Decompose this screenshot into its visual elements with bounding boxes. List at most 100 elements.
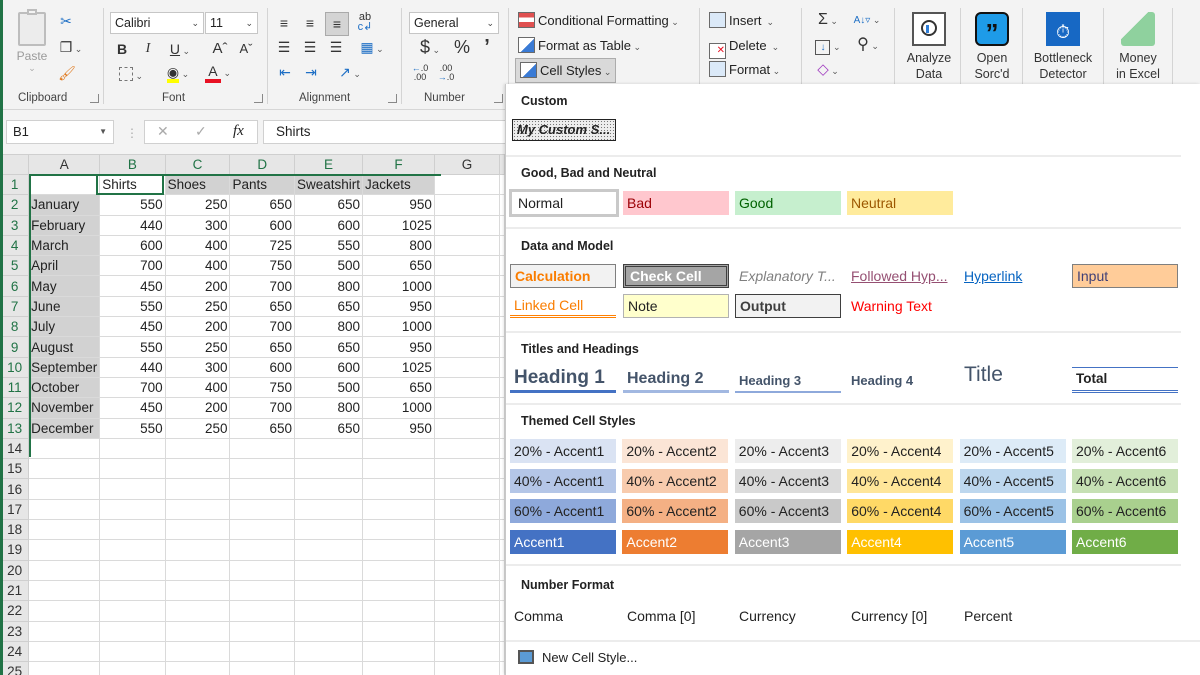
cell[interactable]: 800 — [293, 275, 364, 297]
cell[interactable] — [362, 661, 435, 675]
cell[interactable] — [99, 600, 166, 622]
cell[interactable] — [229, 600, 295, 622]
style-themed-cell[interactable]: 20% - Accent5 — [959, 439, 1066, 463]
cell[interactable]: 1025 — [362, 214, 435, 236]
cell[interactable] — [164, 519, 231, 541]
cell[interactable] — [433, 478, 501, 500]
cell[interactable]: 550 — [99, 295, 166, 318]
align-left-icon[interactable]: ☰ — [276, 38, 292, 56]
style-themed-cell[interactable]: 20% - Accent3 — [734, 439, 841, 463]
cell[interactable] — [229, 478, 295, 500]
cell[interactable] — [293, 458, 364, 480]
cell[interactable]: 700 — [229, 397, 295, 419]
cell[interactable] — [499, 173, 505, 196]
money-in-excel-button[interactable]: Money in Excel — [1110, 12, 1166, 82]
style-themed-cell[interactable]: 40% - Accent3 — [734, 469, 841, 493]
insert-function-icon[interactable]: fx — [233, 123, 244, 140]
cell[interactable] — [293, 620, 364, 642]
cell[interactable] — [293, 559, 364, 581]
cell[interactable] — [99, 458, 166, 480]
row-header[interactable]: 11 — [0, 376, 30, 399]
find-select-button[interactable]: ⚲ ⌄ — [851, 36, 885, 55]
cell[interactable] — [28, 173, 101, 196]
row-header[interactable]: 20 — [0, 559, 30, 581]
cell[interactable] — [433, 458, 501, 480]
cell[interactable]: 650 — [229, 336, 295, 358]
cell[interactable]: September — [28, 356, 101, 378]
cell[interactable] — [499, 519, 505, 541]
style-normal[interactable]: Normal — [509, 189, 619, 217]
cut-icon[interactable]: ✂ — [58, 12, 74, 30]
row-header[interactable]: 10 — [0, 356, 30, 378]
cell[interactable] — [433, 640, 501, 663]
orientation-icon[interactable]: ↗ ⌄ — [333, 63, 367, 83]
style-my-custom[interactable]: My Custom S... — [512, 119, 616, 141]
style-neutral[interactable]: Neutral — [847, 191, 953, 215]
cell[interactable] — [433, 173, 501, 196]
cell[interactable] — [99, 519, 166, 541]
cell[interactable] — [362, 519, 435, 541]
cell[interactable]: 500 — [293, 376, 364, 399]
cell[interactable]: 650 — [293, 295, 364, 318]
cell[interactable] — [229, 437, 295, 460]
cell[interactable] — [499, 640, 505, 663]
cell[interactable] — [362, 640, 435, 663]
style-themed-cell[interactable]: 60% - Accent3 — [734, 499, 841, 523]
row-header[interactable]: 1 — [0, 173, 30, 196]
cell[interactable] — [164, 539, 231, 561]
cell[interactable] — [99, 498, 166, 521]
cell[interactable] — [362, 600, 435, 622]
style-followed-hyperlink[interactable]: Followed Hyp... — [847, 264, 953, 288]
cell[interactable]: 725 — [229, 234, 295, 257]
cell[interactable]: 200 — [164, 275, 231, 297]
style-bad[interactable]: Bad — [623, 191, 729, 215]
column-header-d[interactable]: D — [229, 154, 295, 175]
fill-color-button[interactable]: ◉ ⌄ — [160, 63, 196, 83]
cell[interactable] — [28, 559, 101, 581]
cell[interactable]: December — [28, 417, 101, 439]
cell[interactable]: 650 — [293, 417, 364, 439]
cell[interactable]: 400 — [164, 234, 231, 257]
cell[interactable]: 800 — [293, 316, 364, 338]
cell[interactable] — [362, 539, 435, 561]
italic-button[interactable]: I — [141, 40, 155, 58]
cell[interactable]: March — [28, 234, 101, 257]
cell[interactable]: 1000 — [362, 397, 435, 419]
cell[interactable] — [164, 458, 231, 480]
number-format-select[interactable]: General ⌄ — [409, 12, 499, 34]
increase-decimal-icon[interactable]: ←.0.00 — [410, 64, 430, 82]
cell[interactable] — [28, 640, 101, 663]
cell[interactable] — [499, 295, 505, 318]
style-heading-2[interactable]: Heading 2 — [623, 367, 729, 393]
cell[interactable]: Shirts — [99, 173, 166, 196]
cell[interactable] — [433, 437, 501, 460]
cell[interactable] — [229, 458, 295, 480]
open-sorcd-button[interactable]: ” Open Sorc'd — [966, 12, 1018, 82]
cell[interactable]: 600 — [229, 356, 295, 378]
row-header[interactable]: 8 — [0, 316, 30, 338]
cell[interactable] — [28, 539, 101, 561]
cell[interactable] — [499, 539, 505, 561]
style-currency-0[interactable]: Currency [0] — [847, 604, 953, 628]
cell[interactable] — [229, 640, 295, 663]
align-bottom-icon[interactable]: ≡ — [325, 12, 349, 36]
bold-button[interactable]: B — [115, 40, 129, 58]
more-options-icon[interactable]: ⋮ — [126, 126, 138, 140]
cell[interactable] — [28, 437, 101, 460]
cell[interactable]: 500 — [293, 255, 364, 277]
cell[interactable] — [362, 620, 435, 642]
cell[interactable] — [433, 234, 501, 257]
cell[interactable] — [433, 194, 501, 216]
cell[interactable] — [433, 600, 501, 622]
cell[interactable] — [293, 478, 364, 500]
align-middle-icon[interactable]: ≡ — [302, 14, 318, 32]
fill-button[interactable]: ↓ ⌄ — [811, 36, 845, 56]
style-themed-cell[interactable]: 60% - Accent4 — [847, 499, 954, 523]
paste-button[interactable]: Paste ⌄ — [12, 9, 52, 82]
cell[interactable]: 450 — [99, 275, 166, 297]
cell[interactable] — [499, 336, 505, 358]
cell[interactable]: Jackets — [362, 173, 435, 196]
style-input[interactable]: Input — [1072, 264, 1178, 288]
row-header[interactable]: 3 — [0, 214, 30, 236]
underline-button[interactable]: U ⌄ — [163, 40, 197, 60]
